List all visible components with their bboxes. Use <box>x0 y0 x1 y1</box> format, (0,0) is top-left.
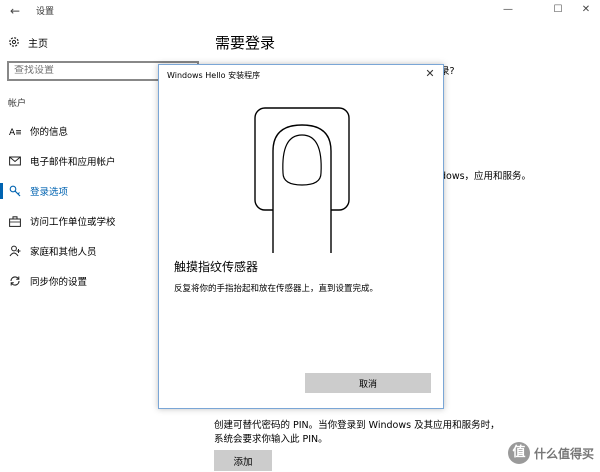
briefcase-icon <box>8 214 22 228</box>
finger-on-sensor-icon <box>254 107 350 253</box>
watermark-text: 什么值得买 <box>533 446 594 461</box>
search-input[interactable] <box>14 65 174 76</box>
section-label-accounts: 帐户 <box>8 99 27 109</box>
pin-description: 创建可替代密码的 PIN。当你登录到 Windows 及其应用和服务时，系统会要… <box>214 420 500 445</box>
minimize-button[interactable]: — <box>498 2 518 18</box>
watermark-logo: 值 <box>507 442 530 464</box>
sidebar-item-label: 电子邮件和应用帐户 <box>30 157 116 168</box>
mail-icon <box>8 154 22 168</box>
close-button[interactable]: ✕ <box>576 2 596 18</box>
gear-icon <box>9 37 19 47</box>
people-icon <box>8 244 22 258</box>
add-pin-button[interactable]: 添加 <box>214 450 272 471</box>
dialog-title: Windows Hello 安装程序 <box>167 71 261 80</box>
svg-text:A≡: A≡ <box>9 128 21 136</box>
key-icon <box>8 184 22 198</box>
obscured-text-line: dows，应用和服务。 <box>440 171 532 182</box>
maximize-button[interactable]: ☐ <box>548 2 568 18</box>
active-indicator <box>0 183 3 199</box>
dialog-heading: 触摸指纹传感器 <box>174 260 259 274</box>
sync-icon <box>8 274 22 288</box>
back-button[interactable]: ← <box>6 2 24 20</box>
dialog-instructions: 反复将你的手指抬起和放在传感器上，直到设置完成。 <box>174 284 379 294</box>
sidebar-item-label: 你的信息 <box>30 127 69 138</box>
sidebar-item-label: 登录选项 <box>30 187 69 198</box>
page-title: 需要登录 <box>215 34 276 52</box>
dialog-close-button[interactable]: ✕ <box>423 67 437 81</box>
arrow-left-icon: ← <box>9 4 21 18</box>
watermark: 值 什么值得买 <box>507 442 594 464</box>
window-title: 设置 <box>36 7 55 17</box>
cancel-button[interactable]: 取消 <box>305 373 431 393</box>
home-label: 主页 <box>28 38 48 50</box>
sidebar-item-label: 同步你的设置 <box>30 277 88 288</box>
person-card-icon: A≡ <box>8 124 22 138</box>
sidebar-item-label: 家庭和其他人员 <box>30 247 97 258</box>
home-nav[interactable]: 主页 <box>8 34 48 50</box>
title-bar: ← 设置 — ☐ ✕ <box>0 0 600 22</box>
sidebar-item-label: 访问工作单位或学校 <box>30 217 116 228</box>
windows-hello-dialog: Windows Hello 安装程序 ✕ 触摸指纹传感器 反复将你的手指抬起和放… <box>158 64 444 409</box>
